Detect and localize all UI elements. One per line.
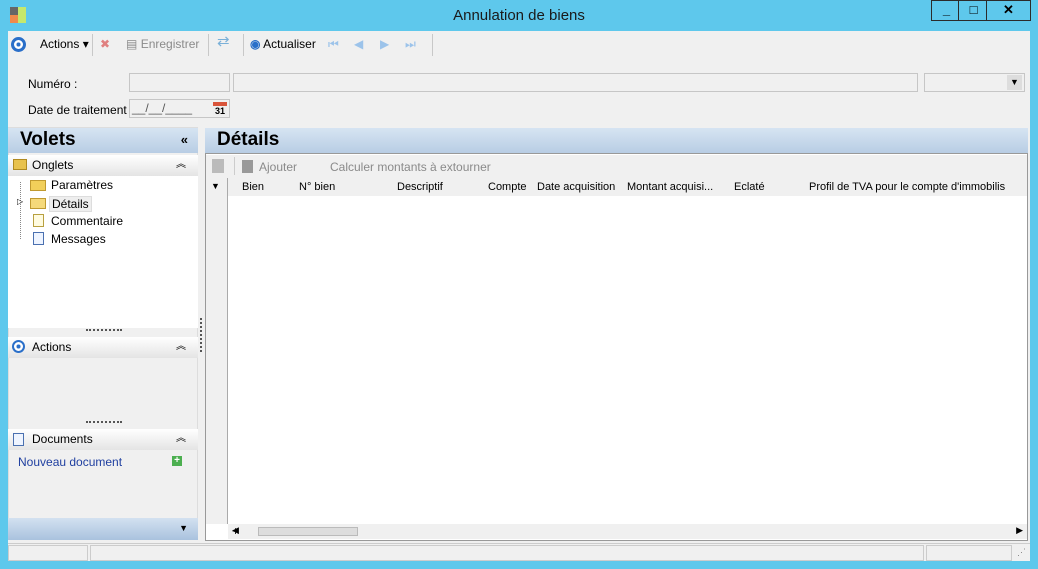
image-icon[interactable] [212, 159, 224, 173]
document-icon [13, 433, 24, 446]
column-header[interactable]: Eclaté [734, 181, 765, 193]
chevron-up-icon[interactable]: ︽ [176, 337, 186, 357]
horizontal-scrollbar[interactable]: ◀ ▶ [228, 524, 1027, 539]
volets-header: Volets « [8, 128, 198, 153]
column-header[interactable]: Montant acquisi... [627, 181, 713, 193]
column-header[interactable]: Date acquisition [537, 181, 615, 193]
status-cell [926, 545, 1012, 561]
column-header[interactable]: Compte [488, 181, 527, 193]
target-icon [12, 340, 25, 353]
vertical-splitter[interactable] [200, 318, 202, 352]
actions-header[interactable]: Actions ︽ [8, 337, 198, 358]
separator [234, 157, 235, 175]
scrollbar-thumb[interactable] [258, 527, 358, 536]
numero-label: Numéro : [28, 77, 78, 91]
add-row-icon [242, 160, 253, 173]
collapse-icon[interactable]: « [181, 128, 188, 152]
column-header[interactable]: Bien [242, 181, 264, 193]
new-document-link[interactable]: Nouveau document [18, 455, 122, 469]
status-cell [90, 545, 924, 561]
actions-menu[interactable]: Actions ▾ [40, 37, 89, 51]
expand-icon[interactable]: ▷ [17, 197, 23, 206]
numero-input[interactable] [129, 73, 230, 92]
filter-dropdown-icon[interactable]: ▼ [211, 181, 220, 191]
splitter-handle[interactable] [86, 329, 122, 331]
tree-item-details[interactable]: Détails [49, 196, 92, 212]
separator [208, 34, 209, 56]
date-label: Date de traitement : [28, 103, 134, 117]
tree-item-messages[interactable]: Messages [51, 232, 106, 246]
actions-section-label: Actions [32, 340, 72, 354]
add-icon[interactable]: + [172, 456, 182, 466]
compute-button[interactable]: Calculer montants à extourner [330, 160, 491, 174]
onglets-header[interactable]: Onglets ︽ [8, 155, 198, 176]
tree-item-commentaire[interactable]: Commentaire [51, 214, 123, 228]
add-button[interactable]: Ajouter [242, 160, 297, 174]
add-row-icon[interactable]: + [232, 524, 239, 538]
splitter-handle[interactable] [86, 421, 122, 423]
details-title: Détails [217, 129, 280, 150]
scroll-right-icon[interactable]: ▶ [1016, 525, 1023, 536]
chevron-up-icon[interactable]: ︽ [176, 429, 186, 449]
refresh-icon: ◉ [250, 37, 261, 51]
chevron-up-icon[interactable]: ︽ [176, 155, 186, 175]
column-header[interactable]: N° bien [299, 181, 335, 193]
details-header: Détails [205, 128, 1028, 153]
tree-item-parametres[interactable]: Paramètres [51, 178, 113, 192]
delete-icon[interactable]: ✖ [100, 37, 110, 51]
first-record-icon[interactable]: ⏮ [328, 37, 339, 51]
window-title: Annulation de biens [453, 7, 585, 24]
save-label: Enregistrer [140, 37, 200, 51]
status-cell [8, 545, 88, 561]
document-icon [33, 214, 44, 227]
maximize-button[interactable]: □ [958, 0, 989, 21]
previous-record-icon[interactable]: ◀ [354, 37, 363, 51]
folder-open-icon [30, 198, 46, 209]
sync-icon[interactable]: ⇄ [217, 34, 230, 49]
onglets-label: Onglets [32, 158, 74, 172]
numero-select[interactable]: ▼ [924, 73, 1025, 92]
separator [243, 34, 244, 56]
chevron-down-icon[interactable]: ▼ [179, 523, 188, 533]
column-header[interactable]: Profil de TVA pour le compte d'immobilis [809, 181, 1027, 193]
next-record-icon[interactable]: ▶ [380, 37, 389, 51]
save-button[interactable]: ▤ Enregistrer [126, 37, 199, 51]
row-selector-column [206, 178, 228, 524]
separator [432, 34, 433, 56]
details-grid [205, 153, 1028, 541]
calendar-icon[interactable]: 31 [213, 102, 227, 116]
panel-footer: ▼ [8, 518, 198, 540]
documents-header[interactable]: Documents ︽ [8, 429, 198, 450]
target-icon[interactable] [11, 37, 26, 52]
tree-line [20, 182, 21, 239]
last-record-icon[interactable]: ⏭ [405, 37, 416, 51]
refresh-button[interactable]: ◉ Actualiser [250, 37, 316, 51]
actions-label: Actions [40, 37, 80, 51]
add-label: Ajouter [259, 160, 298, 174]
documents-label: Documents [32, 432, 93, 446]
date-value: __/__/____ [132, 101, 193, 115]
refresh-label: Actualiser [263, 37, 316, 51]
app-icon [10, 7, 26, 23]
save-icon: ▤ [126, 37, 138, 51]
resize-grip-icon[interactable]: ⋰ [1017, 547, 1026, 558]
status-bar: ⋰ [8, 543, 1030, 561]
volets-title: Volets [20, 129, 76, 150]
close-button[interactable]: ✕ [986, 0, 1031, 21]
folder-icon [13, 159, 27, 170]
chevron-down-icon: ▼ [1007, 75, 1022, 90]
column-header[interactable]: Descriptif [397, 181, 443, 193]
separator [92, 34, 93, 56]
document-icon [33, 232, 44, 245]
numero-description-input[interactable] [233, 73, 918, 92]
folder-icon [30, 180, 46, 191]
